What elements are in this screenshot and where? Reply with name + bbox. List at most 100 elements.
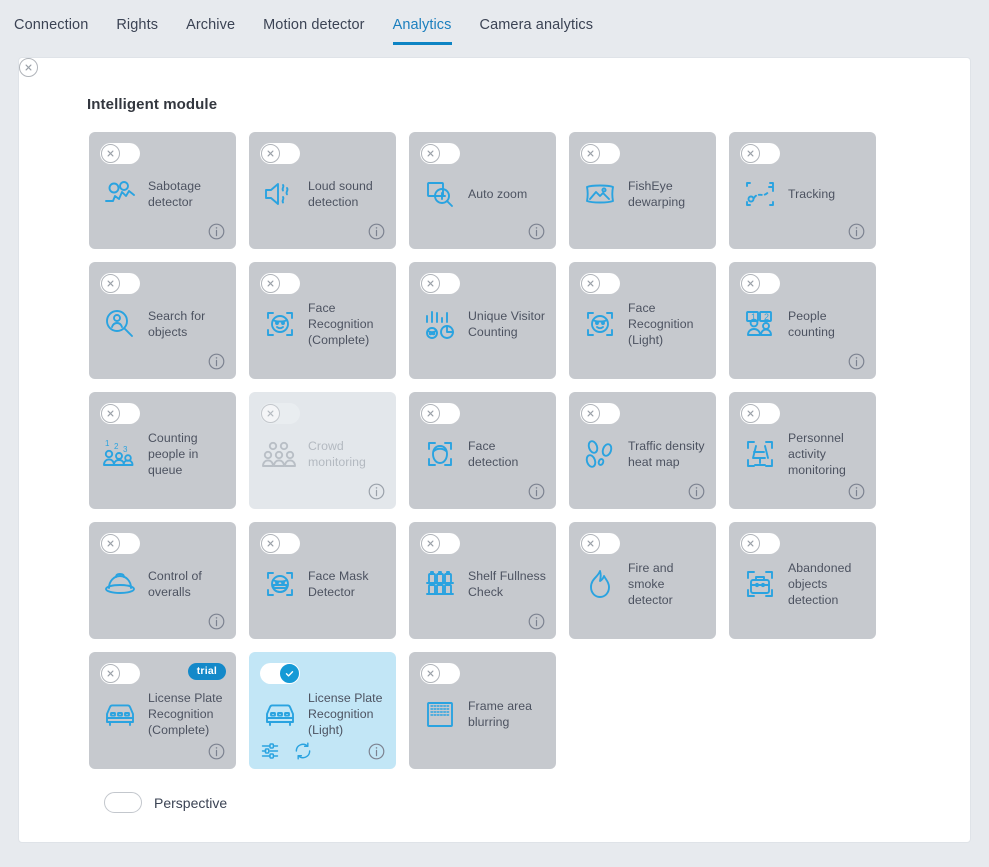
refresh-icon[interactable] [293,741,313,761]
toggle-knob [581,144,600,163]
tab-camera-analytics[interactable]: Camera analytics [480,17,594,45]
module-toggle-loud-sound-detection[interactable] [260,143,300,164]
module-toggle-people-counting[interactable] [740,273,780,294]
module-card-auto-zoom[interactable]: Auto zoom [409,132,556,249]
module-card-loud-sound-detection[interactable]: Loud sound detection [249,132,396,249]
module-toggle-license-plate-recognition-light[interactable] [260,663,300,684]
card-body: Face detection [409,429,556,479]
module-toggle-shelf-fullness-check[interactable] [420,533,460,554]
module-card-counting-people-in-queue[interactable]: 1 2 3 Counting people in queue [89,392,236,509]
card-footer [740,482,866,501]
module-card-license-plate-recognition-complete[interactable]: trial License Plate Recognition (Complete… [89,652,236,769]
card-footer [740,352,866,371]
module-toggle-face-recognition-complete[interactable] [260,273,300,294]
info-icon[interactable] [207,612,226,631]
module-card-license-plate-recognition-light[interactable]: License Plate Recognition (Light) [249,652,396,769]
info-icon[interactable] [527,222,546,241]
module-toggle-face-detection[interactable] [420,403,460,424]
info-icon[interactable] [687,482,706,501]
module-toggle-face-recognition-light[interactable] [580,273,620,294]
module-card-face-recognition-light[interactable]: Face Recognition (Light) [569,262,716,379]
info-icon[interactable] [367,742,386,761]
tab-bar: Connection Rights Archive Motion detector An… [0,0,989,57]
module-toggle-face-mask-detector[interactable] [260,533,300,554]
toggle-knob [421,404,440,423]
module-card-fire-and-smoke-detector[interactable]: Fire and smoke detector [569,522,716,639]
module-card-frame-area-blurring[interactable]: Frame area blurring [409,652,556,769]
module-toggle-search-for-objects[interactable] [100,273,140,294]
toggle-knob [581,404,600,423]
module-card-face-recognition-complete[interactable]: Face Recognition (Complete) [249,262,396,379]
info-icon[interactable] [207,742,226,761]
info-icon[interactable] [207,352,226,371]
card-footer [420,222,546,241]
toggle-knob [581,274,600,293]
module-card-sabotage-detector[interactable]: Sabotage detector [89,132,236,249]
module-label: Face Mask Detector [308,569,369,599]
card-footer [580,482,706,501]
toggle-knob [18,57,38,77]
face-frame-icon [260,304,300,344]
module-card-crowd-monitoring[interactable]: Crowd monitoring [249,392,396,509]
module-toggle-counting-people-in-queue[interactable] [100,403,140,424]
card-body: Frame area blurring [409,689,556,739]
module-card-abandoned-objects-detection[interactable]: Abandoned objects detection [729,522,876,639]
module-card-unique-visitor-counting[interactable]: Unique Visitor Counting [409,262,556,379]
card-footer [100,742,226,761]
card-body: Control of overalls [89,559,236,609]
module-label: License Plate Recognition (Light) [308,691,383,737]
toggle-knob [261,274,280,293]
card-body: Abandoned objects detection [729,559,876,609]
module-card-traffic-density-heat-map[interactable]: Traffic density heat map [569,392,716,509]
module-label: Abandoned objects detection [788,561,852,607]
module-card-face-detection[interactable]: Face detection [409,392,556,509]
module-card-face-mask-detector[interactable]: Face Mask Detector [249,522,396,639]
info-icon[interactable] [847,222,866,241]
info-icon[interactable] [527,612,546,631]
info-icon[interactable] [847,352,866,371]
module-card-personnel-activity-monitoring[interactable]: Personnel activity monitoring [729,392,876,509]
info-icon[interactable] [367,222,386,241]
tab-analytics[interactable]: Analytics [392,17,452,45]
info-icon[interactable] [527,482,546,501]
sabotage-icon [100,174,140,214]
tab-archive[interactable]: Archive [186,17,235,45]
card-body: License Plate Recognition (Complete) [89,689,236,739]
card-body: Fire and smoke detector [569,559,716,609]
module-toggle-fire-and-smoke-detector[interactable] [580,533,620,554]
module-toggle-frame-area-blurring[interactable] [420,663,460,684]
card-footer [260,741,386,761]
module-card-control-of-overalls[interactable]: Control of overalls [89,522,236,639]
toggle-knob [741,534,760,553]
module-toggle-tracking[interactable] [740,143,780,164]
module-toggle-auto-zoom[interactable] [420,143,460,164]
module-toggle-crowd-monitoring [260,403,300,424]
module-card-people-counting[interactable]: 1 2 People counting [729,262,876,379]
module-toggle-personnel-activity-monitoring[interactable] [740,403,780,424]
analytics-panel: Intelligent module Sabotage detector Loud… [18,57,971,843]
perspective-toggle[interactable] [18,57,142,813]
module-toggle-license-plate-recognition-complete[interactable] [100,663,140,684]
module-card-search-for-objects[interactable]: Search for objects [89,262,236,379]
module-toggle-fisheye-dewarping[interactable] [580,143,620,164]
module-toggle-control-of-overalls[interactable] [100,533,140,554]
chair-frame-icon [740,434,780,474]
module-toggle-abandoned-objects-detection[interactable] [740,533,780,554]
info-icon[interactable] [847,482,866,501]
toggle-knob [581,534,600,553]
module-toggle-unique-visitor-counting[interactable] [420,273,460,294]
visitor-chart-icon [420,304,460,344]
module-toggle-traffic-density-heat-map[interactable] [580,403,620,424]
module-card-tracking[interactable]: Tracking [729,132,876,249]
tab-motion-detector[interactable]: Motion detector [263,17,364,45]
module-card-shelf-fullness-check[interactable]: Shelf Fullness Check [409,522,556,639]
info-icon[interactable] [207,222,226,241]
module-toggle-sabotage-detector[interactable] [100,143,140,164]
module-card-fisheye-dewarping[interactable]: FishEye dewarping [569,132,716,249]
tab-connection[interactable]: Connection [14,17,88,45]
tab-rights[interactable]: Rights [116,17,158,45]
settings-sliders-icon[interactable] [260,741,280,761]
crowd-icon [260,434,300,474]
info-icon[interactable] [367,482,386,501]
card-body: 1 2 3 Counting people in queue [89,429,236,479]
